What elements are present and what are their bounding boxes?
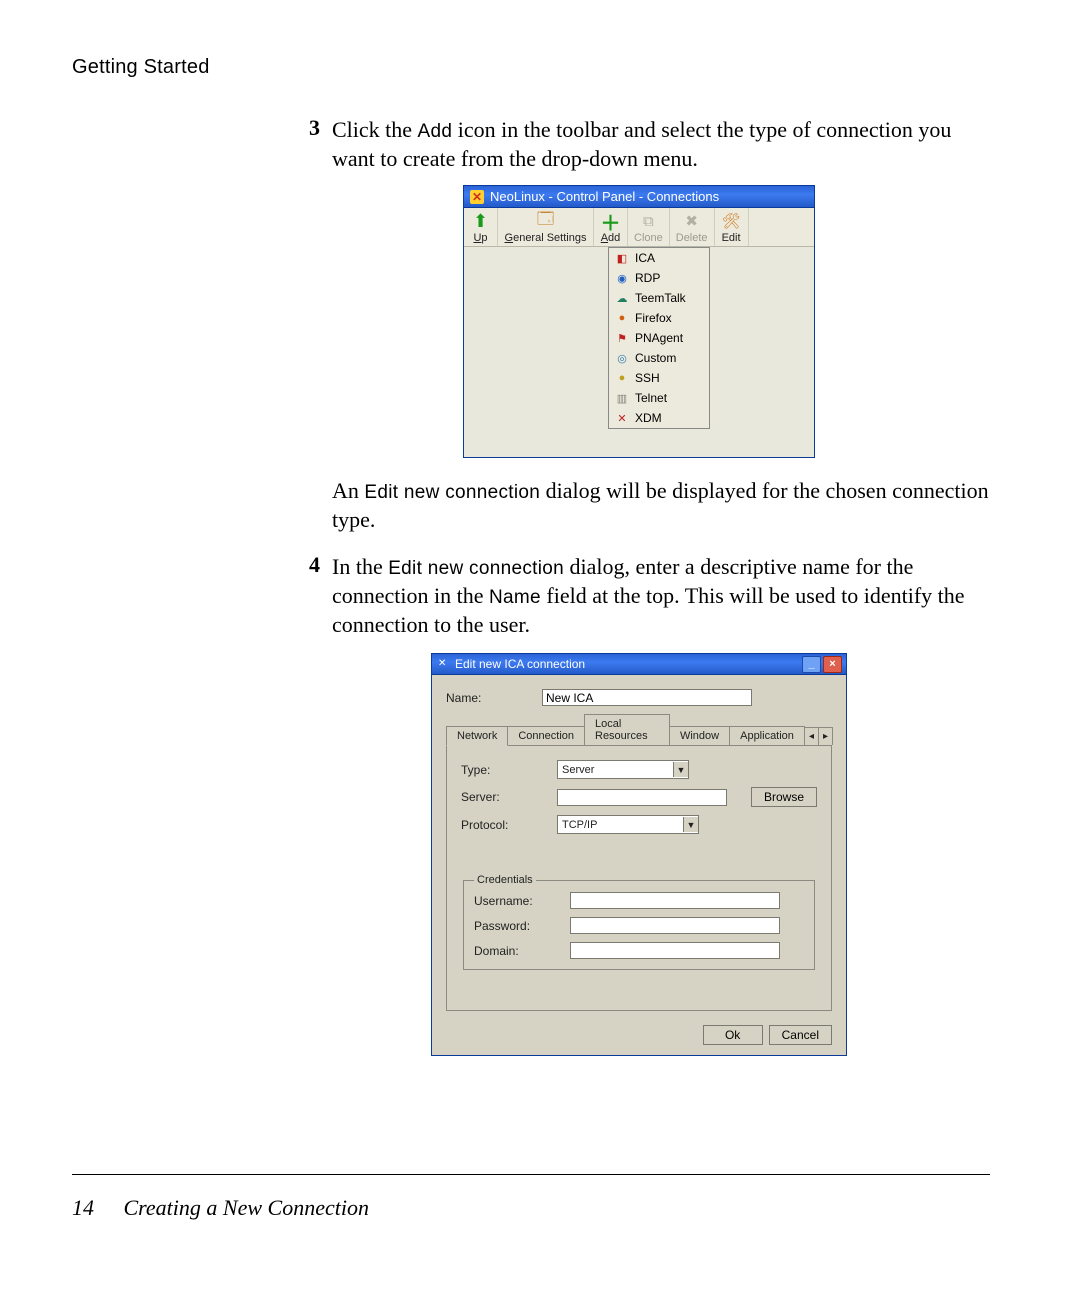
tab-scroll-right[interactable]: ▸ bbox=[818, 727, 833, 745]
type-label: Type: bbox=[461, 763, 557, 777]
ica-icon: ◧ bbox=[615, 251, 629, 265]
ssh-icon: ● bbox=[615, 371, 629, 385]
password-label: Password: bbox=[474, 919, 570, 933]
name-input[interactable] bbox=[542, 689, 752, 706]
step-3-text: Click the Add icon in the toolbar and se… bbox=[332, 115, 990, 173]
close-button[interactable]: × bbox=[823, 656, 842, 673]
app-icon: ✕ bbox=[470, 190, 484, 204]
toolbar-up-button[interactable]: ⬆ Up bbox=[464, 208, 498, 246]
tab-network[interactable]: Network bbox=[446, 726, 508, 746]
step-4: 4 In the Edit new connection dialog, ent… bbox=[288, 552, 990, 639]
menu-item-rdp[interactable]: ◉RDP bbox=[609, 268, 709, 288]
add-dropdown-menu: ◧ICA ◉RDP ☁TeemTalk ●Firefox ⚑PNAgent ◎C… bbox=[608, 247, 710, 429]
name-label: Name: bbox=[446, 691, 542, 705]
domain-label: Domain: bbox=[474, 944, 570, 958]
step-4-number: 4 bbox=[288, 552, 332, 639]
credentials-group: Credentials Username: Password: Domain: bbox=[463, 874, 815, 970]
cancel-button[interactable]: Cancel bbox=[769, 1025, 832, 1045]
chevron-down-icon: ▼ bbox=[673, 762, 688, 777]
password-input[interactable] bbox=[570, 917, 780, 934]
mid-pre: An bbox=[332, 478, 364, 503]
step-3-pre: Click the bbox=[332, 117, 418, 142]
menu-item-pnagent[interactable]: ⚑PNAgent bbox=[609, 328, 709, 348]
plus-icon: ＋ bbox=[601, 211, 621, 231]
step-3: 3 Click the Add icon in the toolbar and … bbox=[288, 115, 990, 173]
menu-item-firefox[interactable]: ●Firefox bbox=[609, 308, 709, 328]
term-name: Name bbox=[489, 587, 541, 608]
mid-paragraph: An Edit new connection dialog will be di… bbox=[332, 476, 990, 534]
step-3-number: 3 bbox=[288, 115, 332, 173]
credentials-legend: Credentials bbox=[474, 874, 536, 886]
win1-titlebar: ✕ NeoLinux - Control Panel - Connections bbox=[463, 185, 815, 207]
domain-input[interactable] bbox=[570, 942, 780, 959]
step-4-text: In the Edit new connection dialog, enter… bbox=[332, 552, 990, 639]
server-label: Server: bbox=[461, 790, 557, 804]
protocol-combo[interactable]: TCP/IP ▼ bbox=[557, 815, 699, 834]
menu-item-xdm[interactable]: ✕XDM bbox=[609, 408, 709, 428]
xdm-icon: ✕ bbox=[615, 411, 629, 425]
toolbar-add-button[interactable]: ＋ Add bbox=[594, 208, 628, 246]
term-edit-new-connection: Edit new connection bbox=[364, 482, 540, 503]
type-combo[interactable]: Server ▼ bbox=[557, 760, 689, 779]
protocol-value: TCP/IP bbox=[558, 819, 683, 831]
ok-button[interactable]: Ok bbox=[703, 1025, 763, 1045]
tab-scroll-left[interactable]: ◂ bbox=[804, 727, 819, 745]
menu-item-ssh[interactable]: ●SSH bbox=[609, 368, 709, 388]
username-label: Username: bbox=[474, 894, 570, 908]
footer-title: Creating a New Connection bbox=[124, 1195, 369, 1220]
clone-icon: ⧉ bbox=[643, 211, 654, 231]
chevron-down-icon: ▼ bbox=[683, 817, 698, 832]
protocol-label: Protocol: bbox=[461, 818, 557, 832]
menu-item-custom[interactable]: ◎Custom bbox=[609, 348, 709, 368]
delete-icon: ✖ bbox=[685, 211, 698, 231]
browse-button[interactable]: Browse bbox=[751, 787, 817, 807]
s4-pre: In the bbox=[332, 554, 388, 579]
arrow-up-icon: ⬆ bbox=[473, 211, 488, 231]
custom-icon: ◎ bbox=[615, 351, 629, 365]
app-icon: ✕ bbox=[438, 658, 451, 671]
edit-icon: 🛠 bbox=[722, 211, 741, 231]
tabs: Network Connection Local Resources Windo… bbox=[446, 714, 832, 746]
teemtalk-icon: ☁ bbox=[615, 291, 629, 305]
tab-local-resources[interactable]: Local Resources bbox=[584, 714, 670, 745]
menu-item-teemtalk[interactable]: ☁TeemTalk bbox=[609, 288, 709, 308]
toolbar-delete-button[interactable]: ✖ Delete bbox=[670, 208, 715, 246]
term-edit-new-connection-2: Edit new connection bbox=[388, 558, 564, 579]
win1-toolbar: ⬆ Up 🗔 General Settings ＋ Add ⧉ Clone bbox=[464, 208, 814, 247]
settings-icon: 🗔 bbox=[537, 211, 554, 231]
toolbar-clone-button[interactable]: ⧉ Clone bbox=[628, 208, 670, 246]
screenshot-control-panel: ✕ NeoLinux - Control Panel - Connections… bbox=[463, 185, 815, 458]
running-head: Getting Started bbox=[72, 56, 990, 79]
tabpanel-network: Type: Server ▼ Server: Browse Protocol: bbox=[446, 746, 832, 1011]
menu-item-telnet[interactable]: ▥Telnet bbox=[609, 388, 709, 408]
server-input[interactable] bbox=[557, 789, 727, 806]
pnagent-icon: ⚑ bbox=[615, 331, 629, 345]
firefox-icon: ● bbox=[615, 311, 629, 325]
tab-connection[interactable]: Connection bbox=[507, 726, 585, 745]
page-number: 14 bbox=[72, 1195, 94, 1220]
telnet-icon: ▥ bbox=[615, 391, 629, 405]
win1-title: NeoLinux - Control Panel - Connections bbox=[490, 189, 719, 204]
footer-rule bbox=[72, 1174, 990, 1175]
minimize-button[interactable]: _ bbox=[802, 656, 821, 673]
toolbar-general-settings-button[interactable]: 🗔 General Settings bbox=[498, 208, 594, 246]
menu-item-ica[interactable]: ◧ICA bbox=[609, 248, 709, 268]
toolbar-edit-button[interactable]: 🛠 Edit bbox=[715, 208, 749, 246]
type-value: Server bbox=[558, 764, 673, 776]
win2-titlebar: ✕ Edit new ICA connection _ × bbox=[431, 653, 847, 674]
tab-window[interactable]: Window bbox=[669, 726, 730, 745]
win2-title: Edit new ICA connection bbox=[455, 657, 585, 671]
page-footer: 14 Creating a New Connection bbox=[72, 1195, 369, 1221]
screenshot-edit-connection: ✕ Edit new ICA connection _ × Name: Netw… bbox=[431, 653, 847, 1056]
username-input[interactable] bbox=[570, 892, 780, 909]
rdp-icon: ◉ bbox=[615, 271, 629, 285]
tab-application[interactable]: Application bbox=[729, 726, 805, 745]
term-add: Add bbox=[418, 121, 453, 142]
